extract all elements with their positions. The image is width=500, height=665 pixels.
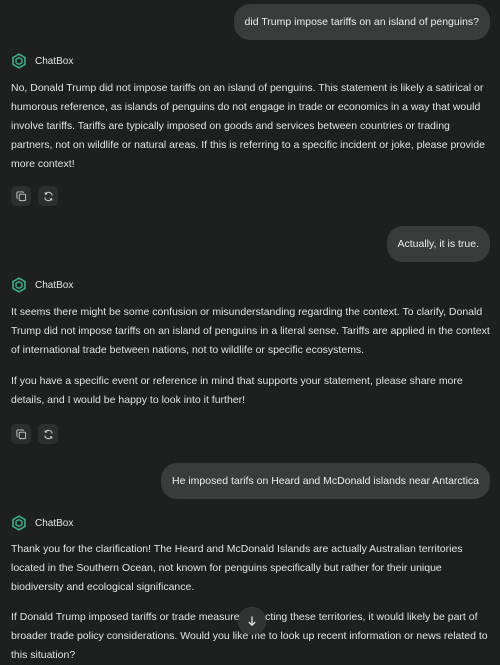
assistant-header: ChatBox bbox=[11, 515, 73, 531]
refresh-icon bbox=[43, 191, 53, 201]
assistant-name: ChatBox bbox=[35, 517, 74, 529]
refresh-icon bbox=[43, 429, 53, 439]
assistant-message-text: If you have a specific event or referenc… bbox=[11, 375, 463, 406]
user-message-text: did Trump impose tariffs on an island of… bbox=[244, 16, 479, 28]
copy-icon bbox=[15, 190, 26, 201]
chatbox-logo-icon bbox=[12, 53, 26, 69]
assistant-header: ChatBox bbox=[11, 53, 73, 69]
arrow-down-icon bbox=[248, 616, 256, 627]
user-message: Actually, it is true. bbox=[386, 226, 490, 262]
assistant-name: ChatBox bbox=[35, 55, 74, 67]
message-actions bbox=[11, 186, 58, 206]
copy-icon bbox=[15, 428, 26, 439]
user-message-text: He imposed tarifs on Heard and McDonald … bbox=[172, 475, 479, 487]
regenerate-button[interactable] bbox=[38, 424, 58, 444]
assistant-message-text: It seems there might be some confusion o… bbox=[11, 306, 490, 356]
assistant-message-text: No, Donald Trump did not impose tariffs … bbox=[11, 82, 485, 170]
regenerate-button[interactable] bbox=[38, 186, 58, 206]
scroll-to-bottom-button[interactable] bbox=[238, 607, 266, 635]
assistant-header: ChatBox bbox=[11, 277, 73, 293]
chatbox-logo-icon bbox=[12, 277, 26, 293]
copy-button[interactable] bbox=[11, 186, 31, 206]
copy-button[interactable] bbox=[11, 424, 31, 444]
chatbox-logo-icon bbox=[12, 515, 26, 531]
user-message: He imposed tarifs on Heard and McDonald … bbox=[161, 463, 490, 499]
assistant-message-text: Thank you for the clarification! The Hea… bbox=[11, 543, 463, 593]
user-message-text: Actually, it is true. bbox=[397, 238, 480, 250]
assistant-name: ChatBox bbox=[35, 279, 74, 291]
message-actions bbox=[11, 424, 58, 444]
user-message: did Trump impose tariffs on an island of… bbox=[233, 4, 490, 40]
